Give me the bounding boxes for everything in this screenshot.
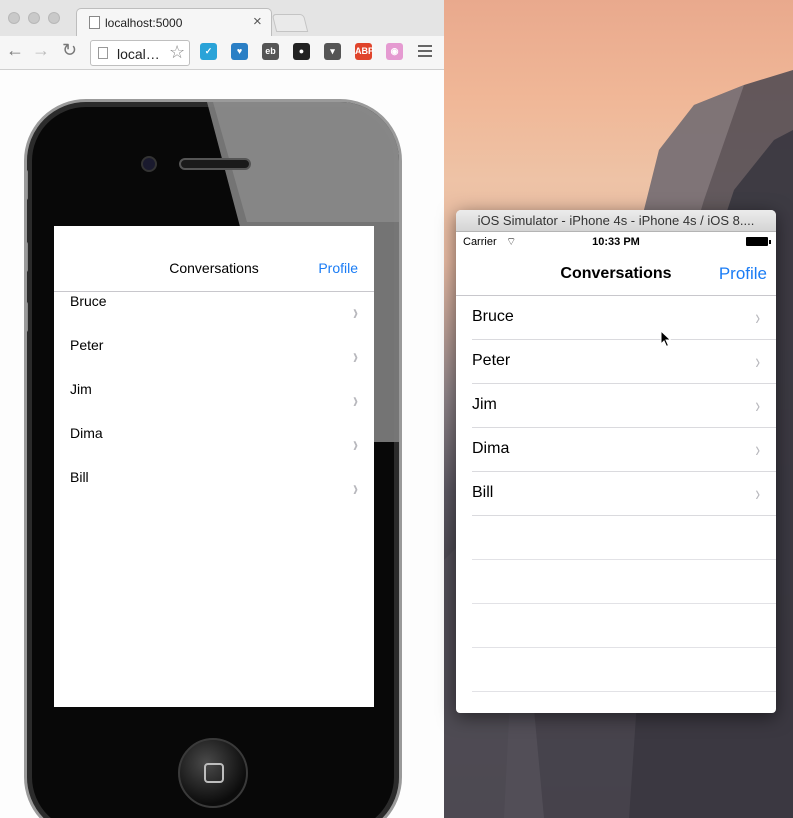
ghostery-extension-icon[interactable]: ● [293,43,310,60]
list-item[interactable]: Jim › [54,380,374,424]
tab-bar: localhost:5000 × [0,0,444,36]
empty-row [472,604,776,648]
list-item-label: Peter [70,337,104,353]
close-window-button[interactable] [8,12,20,24]
phone-screen: Conversations Profile Bruce › Peter › Jim › Di… [54,226,374,707]
list-item[interactable]: Bruce › [54,292,374,336]
list-item-label: Dima [472,440,510,457]
colorpicker-extension-icon[interactable]: ◉ [386,43,403,60]
chevron-right-icon: › [353,387,358,414]
home-square-icon [204,763,224,783]
list-item[interactable]: Peter › [472,340,776,384]
heart-extension-icon[interactable]: ♥ [231,43,248,60]
empty-row [472,648,776,692]
bookmark-star-icon[interactable]: ☆ [169,42,185,63]
list-item[interactable]: Jim › [472,384,776,428]
list-item-label: Jim [472,396,497,413]
chevron-right-icon: › [755,349,760,373]
zoom-window-button[interactable] [48,12,60,24]
list-item[interactable]: Bill › [472,472,776,516]
chevron-right-icon: › [755,437,760,461]
list-item[interactable]: Dima › [472,428,776,472]
volume-down-button [27,302,28,332]
mute-switch [27,170,28,200]
list-item[interactable]: Dima › [54,424,374,468]
tab-title: localhost:5000 [105,16,183,30]
new-tab-button[interactable] [271,14,309,32]
list-item-label: Bill [472,484,494,501]
reload-icon[interactable]: ↻ [62,40,77,61]
chevron-right-icon: › [755,305,760,329]
simulator-title-bar[interactable]: iOS Simulator - iPhone 4s - iPhone 4s / … [456,210,776,232]
empty-row [472,560,776,604]
list-item-label: Bill [70,469,89,485]
conversation-list: Bruce › Peter › Jim › Dima › Bill › [456,296,776,692]
url-text: local… [117,46,160,62]
ios-simulator-window: iOS Simulator - iPhone 4s - iPhone 4s / … [456,210,776,713]
adblock-extension-icon[interactable]: ABP [355,43,374,60]
earpiece-speaker [179,158,251,170]
tab-localhost[interactable]: localhost:5000 × [76,8,272,36]
menu-icon[interactable] [418,45,432,60]
battery-icon [746,237,771,246]
address-bar[interactable]: local… ☆ [90,40,190,66]
mouse-cursor-icon [660,330,672,348]
list-item-label: Bruce [70,293,107,309]
list-item-label: Dima [70,425,103,441]
volume-up-button [27,242,28,272]
browser-window: localhost:5000 × ← → ↻ local… ☆ ✓ ♥ eb ● ▾ AB… [0,0,444,818]
list-item[interactable]: Bill › [54,468,374,512]
back-arrow-icon[interactable]: ← [6,40,24,61]
chevron-right-icon: › [353,299,358,326]
page-icon [89,16,100,29]
chevron-right-icon: › [353,431,358,458]
check-extension-icon[interactable]: ✓ [200,43,217,60]
list-item[interactable]: Peter › [54,336,374,380]
profile-button[interactable]: Profile [719,264,767,284]
front-camera [141,156,157,172]
home-button[interactable] [178,738,248,808]
ebay-extension-icon[interactable]: eb [262,43,279,60]
browser-toolbar: ← → ↻ local… ☆ ✓ ♥ eb ● ▾ ABP ◉ [0,36,444,70]
list-item-label: Bruce [472,308,514,325]
nav-bar: Conversations Profile [456,252,776,296]
profile-button[interactable]: Profile [318,260,358,276]
status-bar: Carrier ⌔ 10:33 PM [456,232,776,252]
tab-close-icon[interactable]: × [253,13,262,30]
list-item-label: Peter [472,352,511,369]
pocket-extension-icon[interactable]: ▾ [324,43,341,60]
minimize-window-button[interactable] [28,12,40,24]
list-item-label: Jim [70,381,92,397]
list-item[interactable]: Bruce › [472,296,776,340]
status-time: 10:33 PM [592,236,640,248]
chevron-right-icon: › [353,475,358,502]
empty-row [472,516,776,560]
conversation-list: Bruce › Peter › Jim › Dima › Bill › [54,292,374,512]
chevron-right-icon: › [755,393,760,417]
chevron-right-icon: › [755,481,760,505]
forward-arrow-icon[interactable]: → [32,40,50,61]
nav-bar: Conversations Profile [54,226,374,292]
page-icon [98,47,108,59]
chevron-right-icon: › [353,343,358,370]
